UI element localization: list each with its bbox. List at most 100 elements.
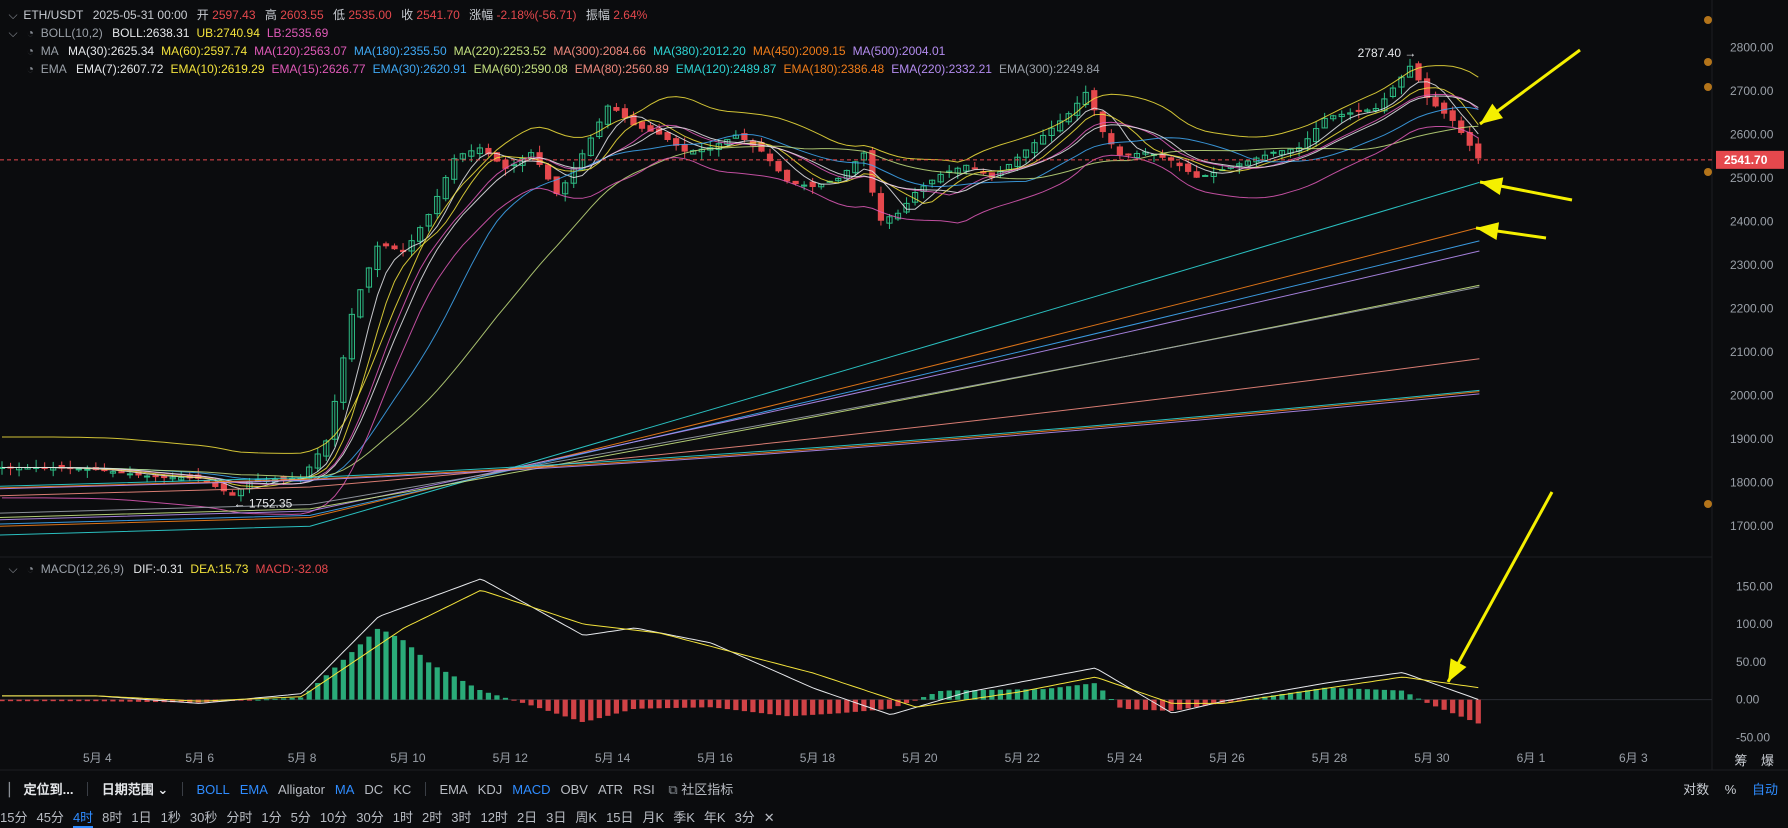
x-tick-label: 5月 16 <box>697 751 733 765</box>
timeframe-13[interactable]: 2时 <box>422 807 442 826</box>
ema-name[interactable]: EMA <box>41 62 67 76</box>
candle <box>118 471 125 474</box>
sub-indicator-kdj[interactable]: KDJ <box>478 782 503 797</box>
timeframe-16[interactable]: 2日 <box>517 807 537 826</box>
legend-value: BOLL:2638.31 <box>112 26 190 40</box>
main-indicator-dc[interactable]: DC <box>364 782 383 797</box>
candle <box>545 164 552 180</box>
auto-scale-toggle[interactable]: 自动 <box>1752 782 1778 797</box>
legend-value: EMA(10):2619.29 <box>170 62 265 76</box>
legend-value: MACD:-32.08 <box>255 562 329 576</box>
timeframe-6[interactable]: 30秒 <box>190 807 217 826</box>
macd-bar <box>263 699 270 701</box>
macd-bar <box>101 699 107 702</box>
timeframe-17[interactable]: 3日 <box>546 807 566 826</box>
alert-marker-icon[interactable] <box>1704 83 1712 91</box>
drawn-arrow-head[interactable] <box>1480 103 1504 124</box>
macd-bar <box>1450 699 1456 714</box>
timeframe-15[interactable]: 12时 <box>480 807 507 826</box>
alert-marker-icon[interactable] <box>1704 500 1712 508</box>
timeframe-18[interactable]: 周K <box>575 807 597 826</box>
chip-distribution-button[interactable]: 筹 <box>1734 753 1747 768</box>
close-icon[interactable]: ✕ <box>764 810 775 826</box>
timeframe-21[interactable]: 季K <box>673 807 695 826</box>
timeframe-22[interactable]: 年K <box>704 807 726 826</box>
timeframe-0[interactable]: 15分 <box>0 807 27 826</box>
timeframe-14[interactable]: 3时 <box>451 807 471 826</box>
ma-name[interactable]: MA <box>41 44 59 58</box>
drawn-arrow[interactable] <box>1446 491 1554 683</box>
locate-button[interactable]: 定位到... <box>24 779 74 798</box>
date-range-button[interactable]: 日期范围 ⌄ <box>102 779 169 798</box>
candle <box>143 475 151 478</box>
collapse-icon[interactable]: ⌵ <box>6 24 20 42</box>
macd-bar <box>886 699 893 709</box>
timeframe-12[interactable]: 1时 <box>393 807 413 826</box>
alert-marker-icon[interactable] <box>1704 16 1712 24</box>
main-indicator-alligator[interactable]: Alligator <box>278 782 325 797</box>
timeframe-5[interactable]: 1秒 <box>161 807 181 826</box>
macd-bar <box>605 699 611 716</box>
timeframe-11[interactable]: 30分 <box>356 807 383 826</box>
drawn-arrow-head[interactable] <box>1448 658 1467 682</box>
timeframe-7[interactable]: 分时 <box>226 807 252 826</box>
timeframe-23[interactable]: 3分 <box>735 807 755 826</box>
macd-bar <box>110 699 116 702</box>
drawn-arrow-head[interactable] <box>1480 177 1504 196</box>
bell-icon[interactable]: ◔ <box>23 24 37 42</box>
drawn-arrow-head[interactable] <box>1476 222 1500 241</box>
candle <box>1441 102 1448 114</box>
main-indicator-boll[interactable]: BOLL <box>197 782 230 797</box>
macd-bar <box>1014 689 1021 700</box>
y-tick-label: 2200.00 <box>1730 302 1774 316</box>
timeframe-9[interactable]: 5分 <box>291 807 311 826</box>
y-tick-label: 2300.00 <box>1730 258 1774 272</box>
timeframe-20[interactable]: 月K <box>643 807 665 826</box>
percent-scale-toggle[interactable]: % <box>1725 782 1737 797</box>
sub-indicator-rsi[interactable]: RSI <box>633 782 655 797</box>
sub-indicator-ema[interactable]: EMA <box>440 782 468 797</box>
macd-bar <box>76 699 82 702</box>
timeframe-4[interactable]: 1日 <box>131 807 151 826</box>
log-scale-toggle[interactable]: 对数 <box>1683 782 1709 797</box>
ema-legend: ◔ EMA EMA(7):2607.72 EMA(10):2619.29 EMA(1… <box>6 60 1107 78</box>
main-indicator-ma[interactable]: MA <box>335 782 355 797</box>
macd-bar <box>903 699 910 704</box>
collapse-icon[interactable]: ⌵ <box>6 6 20 24</box>
timeframe-10[interactable]: 10分 <box>320 807 347 826</box>
chart-canvas[interactable]: 1700.00 1800.00 1900.00 2000.00 2100.00 2200.… <box>0 0 1788 821</box>
timeframe-19[interactable]: 15日 <box>606 807 633 826</box>
ema15-line <box>2 93 1479 485</box>
macd-name[interactable]: MACD(12,26,9) <box>41 562 124 576</box>
indicator-bar: ▕ 定位到... 日期范围 ⌄ BOLL EMA Alligator MA DC KC E… <box>0 779 1788 798</box>
alert-marker-icon[interactable] <box>1704 58 1712 66</box>
sub-indicator-obv[interactable]: OBV <box>561 782 588 797</box>
main-indicator-kc[interactable]: KC <box>393 782 411 797</box>
boll-name[interactable]: BOLL(10,2) <box>41 26 103 40</box>
sub-indicator-atr[interactable]: ATR <box>598 782 623 797</box>
timeframe-3[interactable]: 8时 <box>102 807 122 826</box>
macd-bar <box>699 699 705 708</box>
candle <box>613 107 620 111</box>
macd-bar <box>1424 699 1430 703</box>
timeframe-2[interactable]: 4时 <box>72 807 94 828</box>
timeframe-1[interactable]: 45分 <box>36 807 63 826</box>
timeframe-8[interactable]: 1分 <box>261 807 281 826</box>
candle <box>1176 162 1183 167</box>
collapse-icon[interactable]: ⌵ <box>6 560 20 578</box>
close-value: 2541.70 <box>416 8 460 22</box>
ruler-icon[interactable]: ▕ <box>0 782 10 798</box>
bell-icon[interactable]: ◔ <box>23 560 37 578</box>
macd-bar <box>255 699 261 701</box>
bell-icon[interactable]: ◔ <box>23 42 37 60</box>
macd-legend: ⌵ ◔ MACD(12,26,9) DIF:-0.31 DEA:15.73 MACD… <box>6 560 335 578</box>
macd-bar <box>1407 694 1413 700</box>
alert-marker-icon[interactable] <box>1704 168 1712 176</box>
bell-icon[interactable]: ◔ <box>23 60 37 78</box>
candle <box>229 492 236 496</box>
community-indicators-button[interactable]: ⧉ 社区指标 <box>668 779 733 798</box>
sub-indicator-macd[interactable]: MACD <box>512 782 550 797</box>
liquidation-button[interactable]: 爆 <box>1761 753 1774 768</box>
main-indicator-ema[interactable]: EMA <box>240 782 268 797</box>
macd-bar <box>1415 698 1422 700</box>
